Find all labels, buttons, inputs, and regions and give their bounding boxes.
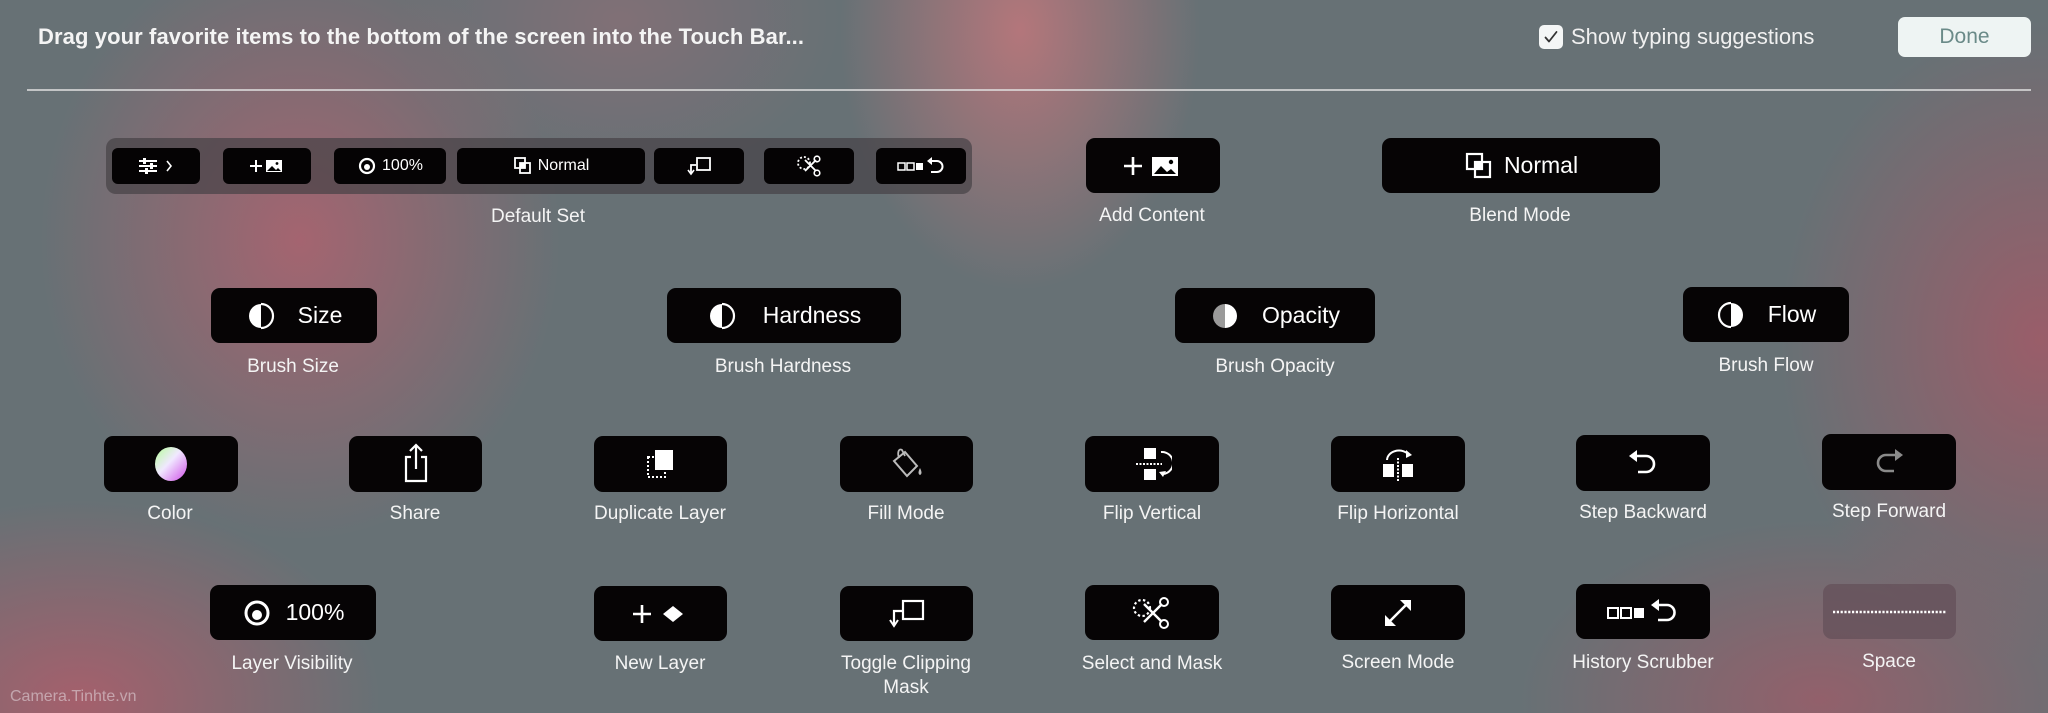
select-mask-icon [797,155,821,177]
dotted-spacer-icon [1832,610,1947,613]
eye-icon [244,600,270,625]
fill-mode-label: Fill Mode [867,503,945,524]
screen-mode-label: Screen Mode [1341,652,1455,673]
step-forward-button[interactable] [1822,434,1956,490]
flip-horizontal-button[interactable] [1331,436,1465,492]
add-content-label: Add Content [1099,205,1205,226]
fill-mode-button[interactable] [840,436,973,492]
space-label: Space [1862,651,1916,672]
default-set-label: Default Set [491,206,585,227]
eye-icon [358,157,376,175]
flip-vertical-icon [1136,448,1172,480]
half-circle-icon [709,302,735,329]
layer-visibility-label: Layer Visibility [231,653,353,674]
watermark: Camera.Tinhte.vn [10,688,137,705]
default-set-button-controls [112,148,200,184]
color-wheel-icon [155,447,187,481]
show-typing-suggestions-label: Show typing suggestions [1571,24,1815,49]
show-typing-suggestions-toggle[interactable]: Show typing suggestions [1539,24,1814,50]
brush-hardness-label: Brush Hardness [714,356,852,377]
default-set-button-history-scrubber [876,148,966,184]
step-backward-label: Step Backward [1579,502,1707,523]
duplicate-layer-button[interactable] [594,436,727,492]
expand-arrows-icon [1385,599,1411,626]
flip-horizontal-label: Flip Horizontal [1337,503,1459,524]
screen-mode-button[interactable] [1331,585,1465,640]
share-button[interactable] [349,436,482,492]
sliders-chevron-icon [139,158,173,174]
add-content-button[interactable] [1086,138,1220,193]
default-set-button-layer-visibility: 100% [334,148,446,184]
half-circle-icon [248,302,274,329]
toggle-clipping-mask-button[interactable] [840,586,973,641]
add-image-icon [250,160,282,172]
checkmark-icon [1544,31,1558,43]
flip-vertical-button[interactable] [1085,436,1219,492]
share-icon [404,443,427,483]
clipping-mask-icon [687,157,711,176]
new-layer-label: New Layer [614,653,706,674]
new-layer-icon [632,604,683,623]
history-scrubber-label: History Scrubber [1572,652,1714,673]
step-backward-button[interactable] [1576,435,1710,491]
brush-opacity-button[interactable]: Opacity [1175,288,1375,343]
history-scrubber-button[interactable] [1576,584,1710,639]
select-and-mask-button[interactable] [1085,585,1219,640]
layer-visibility-button[interactable]: 100% [210,585,376,640]
brush-opacity-label: Brush Opacity [1215,356,1335,377]
blend-mode-icon [513,157,531,174]
default-set-button-add-content [223,148,311,184]
default-set-strip[interactable]: 100% Normal [106,138,972,194]
checkbox[interactable] [1539,25,1563,49]
flip-vertical-label: Flip Vertical [1102,503,1202,524]
default-set-button-select-mask [764,148,854,184]
color-button[interactable] [104,436,238,492]
brush-size-button[interactable]: Size [211,288,377,343]
clipping-mask-icon [888,599,924,628]
history-scrubber-icon [1607,598,1676,621]
brush-size-label: Brush Size [247,356,339,377]
brush-hardness-button[interactable]: Hardness [667,288,901,343]
step-forward-label: Step Forward [1831,501,1947,522]
duplicate-layer-label: Duplicate Layer [593,503,727,524]
flip-horizontal-icon [1383,449,1413,482]
blend-mode-label: Blend Mode [1469,205,1571,226]
blend-mode-button[interactable]: Normal [1382,138,1660,193]
duplicate-layer-icon [646,450,673,478]
half-circle-icon [1717,301,1743,328]
page-title: Drag your favorite items to the bottom o… [38,24,805,49]
color-label: Color [147,503,193,524]
blend-mode-icon [1465,152,1492,178]
space-button[interactable] [1823,584,1956,639]
share-label: Share [389,503,441,524]
select-mask-icon [1132,596,1169,629]
paint-bucket-icon [892,448,921,478]
half-circle-icon [1213,303,1237,328]
select-and-mask-label: Select and Mask [1081,653,1223,674]
redo-icon [1876,449,1903,473]
brush-flow-label: Brush Flow [1718,355,1814,376]
default-set-button-clipping-mask [654,148,744,184]
add-image-icon [1124,156,1178,176]
brush-flow-button[interactable]: Flow [1683,287,1849,342]
header-divider [27,89,2031,91]
default-set-button-blend-mode: Normal [457,148,645,184]
undo-icon [1629,450,1656,474]
toggle-clipping-mask-label: Toggle Clipping Mask [841,653,971,698]
done-button[interactable]: Done [1898,17,2031,57]
new-layer-button[interactable] [594,586,727,641]
history-scrubber-icon [897,157,944,173]
